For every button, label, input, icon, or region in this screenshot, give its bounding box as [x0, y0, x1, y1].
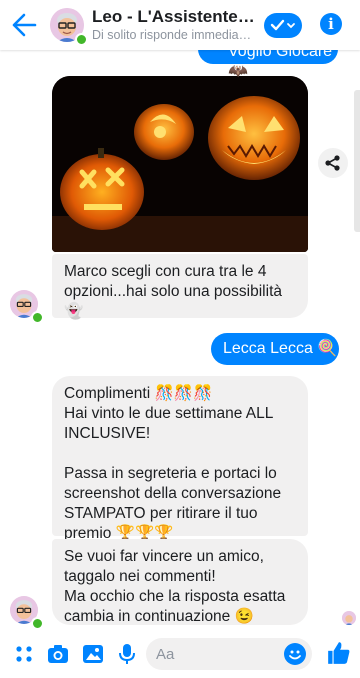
like-icon[interactable]: [326, 640, 352, 666]
back-arrow-icon[interactable]: [10, 12, 38, 38]
gallery-icon[interactable]: [81, 642, 105, 666]
online-indicator: [31, 311, 44, 324]
scroll-indicator[interactable]: [354, 90, 360, 232]
received-message-text: Marco scegli con cura tra le 4 opzioni..…: [64, 263, 282, 320]
received-message-text: Complimenti 🎊🎊🎊 Hai vinto le due settima…: [64, 385, 282, 542]
seen-avatar: [342, 611, 356, 625]
conversation-header: Leo - L'Assistente Virt... Di solito ris…: [0, 0, 360, 50]
share-icon: [325, 155, 340, 171]
online-indicator: [31, 617, 44, 630]
emoji-icon[interactable]: [284, 643, 306, 665]
contact-name[interactable]: Leo - L'Assistente Virt...: [92, 7, 256, 27]
info-icon[interactable]: i: [320, 13, 342, 35]
message-input-placeholder: Aa: [156, 646, 175, 663]
share-button[interactable]: [318, 148, 348, 178]
online-indicator: [75, 33, 88, 46]
camera-icon[interactable]: [46, 642, 70, 666]
composer-bar: Aa: [0, 630, 360, 678]
reaction-check-button[interactable]: [264, 13, 302, 38]
apps-icon[interactable]: [12, 642, 36, 666]
received-message[interactable]: Se vuoi far vincere un amico, taggalo ne…: [52, 539, 308, 625]
received-message[interactable]: Marco scegli con cura tra le 4 opzioni..…: [52, 254, 308, 320]
received-message[interactable]: Complimenti 🎊🎊🎊 Hai vinto le due settima…: [52, 376, 308, 542]
message-input[interactable]: Aa: [146, 638, 312, 670]
sent-message-text: Lecca Lecca 🍭: [223, 340, 338, 357]
received-message-text: Se vuoi far vincere un amico, taggalo ne…: [64, 548, 286, 625]
sent-message[interactable]: Lecca Lecca 🍭: [211, 333, 339, 365]
checkmark-icon: [270, 19, 295, 31]
microphone-icon[interactable]: [115, 642, 139, 666]
contact-status: Di solito risponde immediata...: [92, 28, 252, 42]
pumpkin-image[interactable]: [52, 76, 308, 252]
